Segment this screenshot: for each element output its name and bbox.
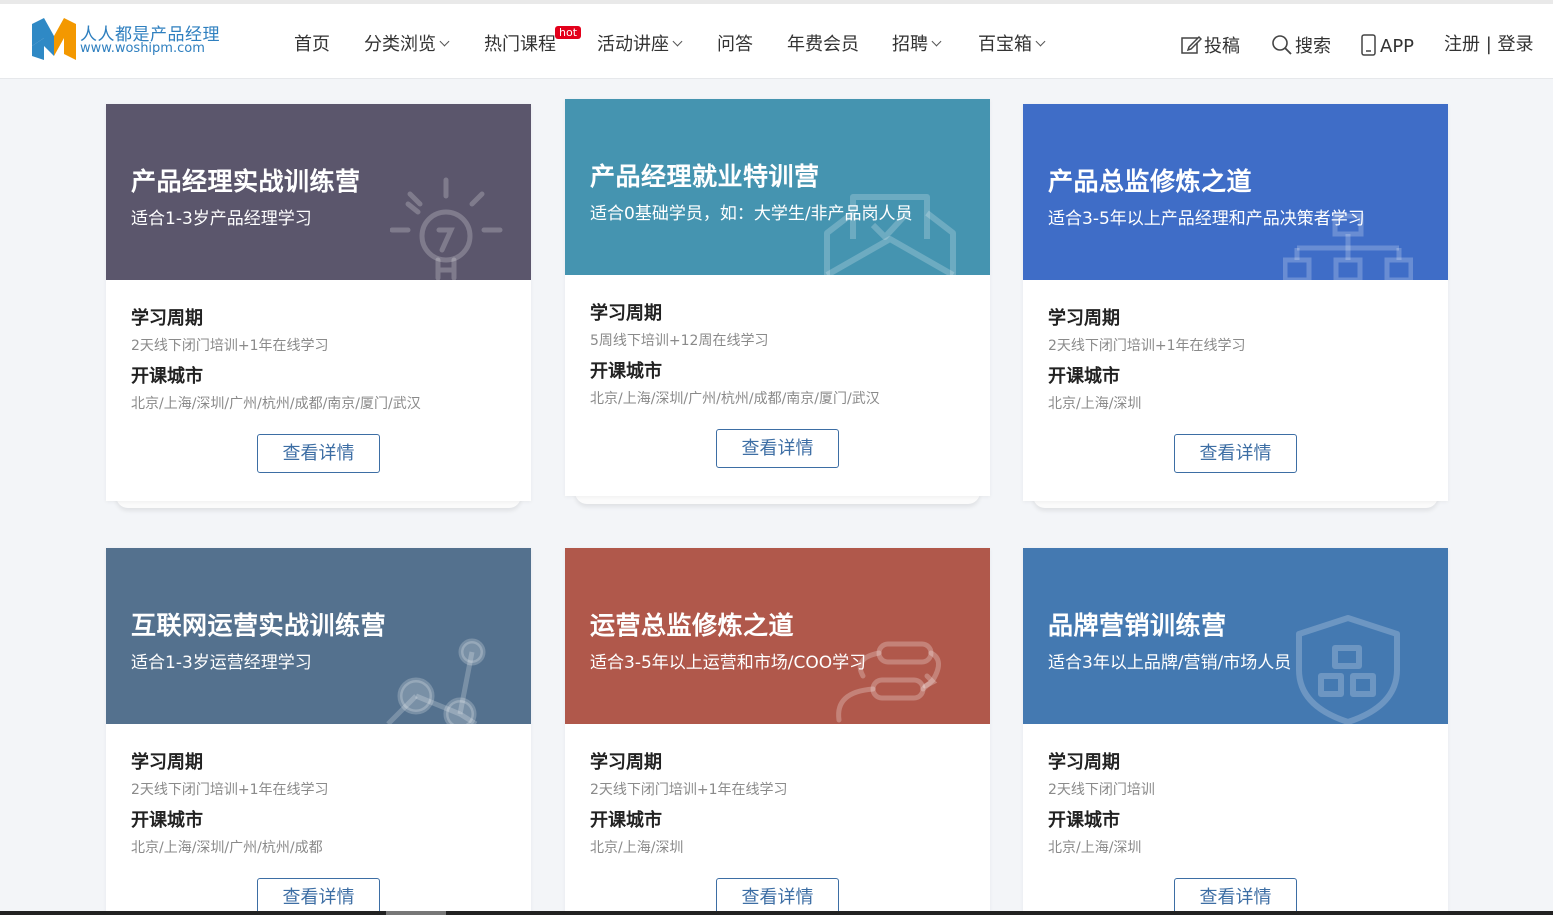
course-banner: 产品总监修炼之道 适合3-5年以上产品经理和产品决策者学习 bbox=[1023, 104, 1448, 280]
nav-events-label: 活动讲座 bbox=[597, 34, 669, 55]
period-value: 2天线下闭门培训+1年在线学习 bbox=[131, 782, 329, 798]
city-label: 开课城市 bbox=[590, 361, 662, 382]
nav-categories-label: 分类浏览 bbox=[364, 34, 436, 55]
course-subtitle: 适合0基础学员，如：大学生/非产品岗人员 bbox=[590, 204, 913, 224]
period-label: 学习周期 bbox=[590, 752, 662, 773]
course-card: 产品经理实战训练营 适合1-3岁产品经理学习 学习周期 2天线下闭门培训+1年在… bbox=[106, 104, 531, 501]
period-value: 2天线下闭门培训+1年在线学习 bbox=[590, 782, 788, 798]
course-title: 运营总监修炼之道 bbox=[590, 611, 795, 640]
course-banner: 品牌营销训练营 适合3年以上品牌/营销/市场人员 bbox=[1023, 548, 1448, 724]
course-title: 互联网运营实战训练营 bbox=[131, 611, 387, 640]
course-subtitle: 适合3-5年以上运营和市场/COO学习 bbox=[590, 653, 867, 673]
course-banner: 产品经理实战训练营 适合1-3岁产品经理学习 bbox=[106, 104, 531, 280]
edit-icon bbox=[1181, 35, 1203, 54]
app-download-button[interactable]: APP bbox=[1360, 30, 1414, 57]
view-details-button[interactable]: 查看详情 bbox=[716, 878, 839, 915]
chevron-down-icon bbox=[1035, 36, 1046, 47]
period-value: 2天线下闭门培训+1年在线学习 bbox=[1048, 338, 1246, 354]
nav-toolbox[interactable]: 百宝箱 bbox=[978, 30, 1046, 56]
nav-home[interactable]: 首页 bbox=[294, 30, 330, 56]
course-banner: 互联网运营实战训练营 适合1-3岁运营经理学习 bbox=[106, 548, 531, 724]
city-value: 北京/上海/深圳 bbox=[1048, 396, 1142, 412]
site-header: 人人都是产品经理 www.woshipm.com 首页 分类浏览 热门课程 ho… bbox=[0, 4, 1553, 79]
course-card: 互联网运营实战训练营 适合1-3岁运营经理学习 学习周期 2天线下闭门培训+1年… bbox=[106, 548, 531, 915]
nav-hot-courses[interactable]: 热门课程 bbox=[484, 30, 556, 56]
city-value: 北京/上海/深圳/广州/杭州/成都/南京/厦门/武汉 bbox=[131, 396, 421, 412]
nav-qa-label: 问答 bbox=[717, 34, 753, 55]
nav-toolbox-label: 百宝箱 bbox=[978, 34, 1032, 55]
course-banner: 产品经理就业特训营 适合0基础学员，如：大学生/非产品岗人员 bbox=[565, 99, 990, 275]
city-label: 开课城市 bbox=[590, 810, 662, 831]
city-label: 开课城市 bbox=[131, 366, 203, 387]
scrollbar-thumb[interactable] bbox=[386, 911, 446, 915]
city-value: 北京/上海/深圳 bbox=[1048, 840, 1142, 856]
period-label: 学习周期 bbox=[1048, 308, 1120, 329]
molecule-icon bbox=[386, 638, 486, 724]
course-title: 产品经理实战训练营 bbox=[131, 167, 361, 196]
course-subtitle: 适合1-3岁产品经理学习 bbox=[131, 209, 312, 229]
course-card: 品牌营销训练营 适合3年以上品牌/营销/市场人员 学习周期 2天线下闭门培训 开… bbox=[1023, 548, 1448, 915]
post-button[interactable]: 投稿 bbox=[1180, 30, 1240, 58]
course-subtitle: 适合3年以上品牌/营销/市场人员 bbox=[1048, 653, 1292, 673]
chevron-down-icon bbox=[931, 36, 942, 47]
phone-icon bbox=[1361, 34, 1376, 56]
city-label: 开课城市 bbox=[1048, 366, 1120, 387]
period-label: 学习周期 bbox=[131, 752, 203, 773]
city-label: 开课城市 bbox=[131, 810, 203, 831]
nav-membership[interactable]: 年费会员 bbox=[787, 30, 859, 56]
nav-jobs-label: 招聘 bbox=[892, 34, 928, 55]
search-icon bbox=[1272, 35, 1292, 55]
course-subtitle: 适合1-3岁运营经理学习 bbox=[131, 653, 312, 673]
app-label: APP bbox=[1380, 36, 1415, 57]
city-value: 北京/上海/深圳/广州/杭州/成都 bbox=[131, 840, 323, 856]
lightbulb-icon bbox=[390, 177, 503, 280]
period-value: 5周线下培训+12周在线学习 bbox=[590, 333, 769, 349]
register-login-label: 注册 | 登录 bbox=[1444, 34, 1534, 55]
chevron-down-icon bbox=[672, 36, 683, 47]
course-banner: 运营总监修炼之道 适合3-5年以上运营和市场/COO学习 bbox=[565, 548, 990, 724]
period-label: 学习周期 bbox=[1048, 752, 1120, 773]
chevron-down-icon bbox=[439, 36, 450, 47]
post-label: 投稿 bbox=[1204, 36, 1240, 57]
nav-home-label: 首页 bbox=[294, 34, 330, 55]
course-card: 运营总监修炼之道 适合3-5年以上运营和市场/COO学习 学习周期 2天线下闭门… bbox=[565, 548, 990, 915]
nav-qa[interactable]: 问答 bbox=[717, 30, 753, 56]
period-label: 学习周期 bbox=[131, 308, 203, 329]
view-details-button[interactable]: 查看详情 bbox=[1174, 434, 1297, 473]
horizontal-scrollbar[interactable] bbox=[0, 911, 1553, 915]
search-label: 搜索 bbox=[1295, 36, 1331, 57]
period-value: 2天线下闭门培训+1年在线学习 bbox=[131, 338, 329, 354]
course-card: 产品总监修炼之道 适合3-5年以上产品经理和产品决策者学习 学习周期 2天线下闭… bbox=[1023, 104, 1448, 501]
period-value: 2天线下闭门培训 bbox=[1048, 782, 1155, 798]
register-login-link[interactable]: 注册 | 登录 bbox=[1444, 30, 1534, 56]
view-details-button[interactable]: 查看详情 bbox=[257, 878, 380, 915]
shield-icon bbox=[1296, 615, 1400, 724]
course-subtitle: 适合3-5年以上产品经理和产品决策者学习 bbox=[1048, 209, 1365, 229]
city-value: 北京/上海/深圳/广州/杭州/成都/南京/厦门/武汉 bbox=[590, 391, 880, 407]
course-title: 品牌营销训练营 bbox=[1048, 611, 1227, 640]
nav-jobs[interactable]: 招聘 bbox=[892, 30, 942, 56]
hot-badge: hot bbox=[555, 26, 582, 39]
logo-m-icon bbox=[32, 18, 76, 60]
view-details-button[interactable]: 查看详情 bbox=[716, 429, 839, 468]
city-value: 北京/上海/深圳 bbox=[590, 840, 684, 856]
period-label: 学习周期 bbox=[590, 303, 662, 324]
course-card: 产品经理就业特训营 适合0基础学员，如：大学生/非产品岗人员 学习周期 5周线下… bbox=[565, 99, 990, 496]
nav-hot-courses-label: 热门课程 bbox=[484, 34, 556, 55]
logo-domain: www.woshipm.com bbox=[80, 41, 205, 56]
course-title: 产品总监修炼之道 bbox=[1048, 167, 1253, 196]
nav-categories[interactable]: 分类浏览 bbox=[364, 30, 450, 56]
site-logo[interactable]: 人人都是产品经理 www.woshipm.com bbox=[30, 16, 230, 66]
view-details-button[interactable]: 查看详情 bbox=[1174, 878, 1297, 915]
nav-membership-label: 年费会员 bbox=[787, 34, 859, 55]
city-label: 开课城市 bbox=[1048, 810, 1120, 831]
nav-events[interactable]: 活动讲座 bbox=[597, 30, 683, 56]
search-button[interactable]: 搜索 bbox=[1271, 30, 1331, 58]
view-details-button[interactable]: 查看详情 bbox=[257, 434, 380, 473]
course-title: 产品经理就业特训营 bbox=[590, 162, 820, 191]
